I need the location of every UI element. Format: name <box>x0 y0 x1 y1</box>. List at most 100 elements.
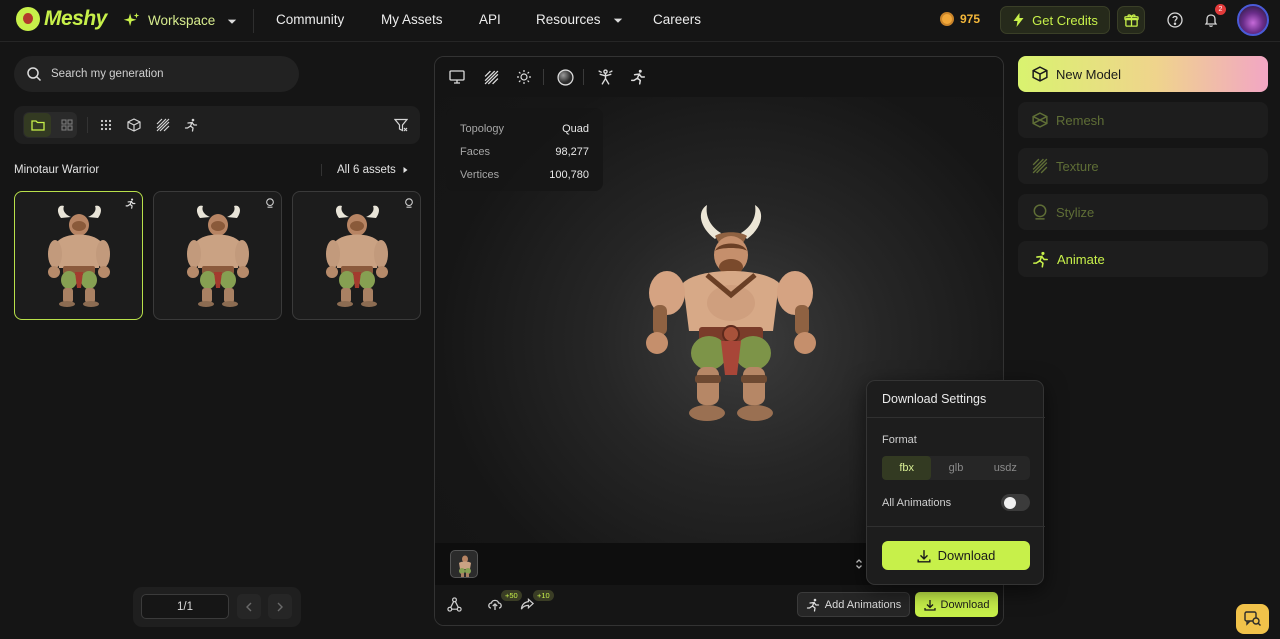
expand-collapse-icon[interactable] <box>855 558 863 570</box>
animation-add-icon <box>806 598 819 612</box>
nav-divider <box>253 9 254 33</box>
folder-view-icon[interactable] <box>28 115 48 135</box>
nav-api[interactable]: API <box>479 12 501 27</box>
nav-resources[interactable]: Resources <box>536 12 625 27</box>
nav-workspace[interactable]: Workspace <box>123 12 239 29</box>
sparkle-icon <box>123 12 140 27</box>
rig-pose-icon[interactable] <box>595 67 615 87</box>
format-option-glb[interactable]: glb <box>931 456 980 480</box>
animation-runner-icon[interactable] <box>628 67 648 87</box>
nav-careers[interactable]: Careers <box>653 12 701 27</box>
stylize-icon <box>1033 204 1047 220</box>
stylize-label: Stylize <box>1056 204 1095 220</box>
lightning-icon <box>1013 13 1024 27</box>
next-page-button[interactable] <box>268 594 292 619</box>
top-navigation: Meshy Workspace Community My Assets API … <box>0 0 1280 42</box>
brand-name: Meshy <box>44 7 107 30</box>
all-assets-link[interactable]: All 6 assets <box>321 164 409 176</box>
cube-icon <box>1032 66 1048 82</box>
meshy-logo[interactable]: Meshy <box>16 7 107 31</box>
nav-workspace-label: Workspace <box>148 13 216 28</box>
animation-runner-icon[interactable] <box>181 115 201 135</box>
format-option-fbx[interactable]: fbx <box>882 456 932 480</box>
nav-resources-label: Resources <box>536 12 601 27</box>
pagination: 1/1 <box>133 587 301 627</box>
credits-balance[interactable]: 975 <box>940 12 980 26</box>
chevron-right-icon <box>277 602 283 611</box>
download-icon <box>917 549 931 563</box>
popover-download-label: Download <box>937 548 996 563</box>
format-option-usdz[interactable]: usdz <box>981 456 1030 480</box>
help-button[interactable] <box>1166 11 1184 29</box>
gift-button[interactable] <box>1117 6 1145 34</box>
add-animations-button[interactable]: Add Animations <box>797 592 910 617</box>
texture-icon[interactable] <box>481 67 501 87</box>
upload-cloud-icon[interactable] <box>487 597 503 611</box>
all-animations-label: All Animations <box>882 497 952 509</box>
format-selector: fbx glb usdz <box>882 456 1030 480</box>
texture-icon <box>1032 158 1048 174</box>
asset-group-title: Minotaur Warrior <box>14 164 100 176</box>
page-indicator[interactable]: 1/1 <box>141 594 229 619</box>
get-credits-label: Get Credits <box>1032 12 1098 28</box>
minotaur-preview-image <box>187 205 249 307</box>
lighting-icon[interactable] <box>514 67 534 87</box>
stylize-button[interactable]: Stylize <box>1018 194 1268 230</box>
toolbar-divider <box>583 69 584 85</box>
prev-page-button[interactable] <box>237 594 261 619</box>
bell-icon <box>1204 14 1218 27</box>
nav-my-assets[interactable]: My Assets <box>381 12 443 27</box>
viewer-bottom-bar: +50 +10 Add Animations Download <box>435 585 1003 625</box>
minotaur-preview-image <box>326 205 388 307</box>
texture-button[interactable]: Texture <box>1018 148 1268 184</box>
toolbar-divider <box>543 69 544 85</box>
asset-thumbnail[interactable] <box>292 191 421 320</box>
download-label: Download <box>940 598 990 611</box>
texture-label: Texture <box>1056 158 1099 174</box>
search-input[interactable] <box>51 68 281 80</box>
animation-clip-thumbnail[interactable] <box>450 550 478 578</box>
all-types-icon[interactable] <box>96 115 116 135</box>
animation-runner-icon <box>125 198 136 209</box>
monitor-icon[interactable] <box>447 67 467 87</box>
credits-value: 975 <box>960 12 981 26</box>
filter-toolbar <box>14 106 420 144</box>
grid-view-icon[interactable] <box>57 115 77 135</box>
texture-icon[interactable] <box>153 115 173 135</box>
minotaur-model[interactable] <box>623 203 823 435</box>
stat-faces: Faces 98,277 <box>460 146 589 158</box>
asset-thumbnail[interactable] <box>153 191 282 320</box>
asset-thumbnail[interactable] <box>14 191 143 320</box>
viewer-toolbar <box>435 57 1003 97</box>
all-animations-toggle[interactable] <box>1001 494 1030 511</box>
remesh-icon <box>1032 112 1048 128</box>
get-credits-button[interactable]: Get Credits <box>1000 6 1110 34</box>
remesh-button[interactable]: Remesh <box>1018 102 1268 138</box>
new-model-button[interactable]: New Model <box>1018 56 1268 92</box>
search-bar[interactable] <box>14 56 299 92</box>
user-avatar[interactable] <box>1237 4 1269 36</box>
gift-icon <box>1123 13 1139 27</box>
nav-community[interactable]: Community <box>276 12 344 27</box>
stat-topology: Topology Quad <box>460 123 589 135</box>
new-model-label: New Model <box>1056 66 1122 82</box>
minotaur-preview-image <box>48 205 110 307</box>
nodes-icon[interactable] <box>447 597 462 612</box>
popover-title: Download Settings <box>882 392 987 406</box>
popover-download-button[interactable]: Download <box>882 541 1030 570</box>
divider <box>867 417 1045 418</box>
stat-vertices: Vertices 100,780 <box>460 169 589 181</box>
divider <box>867 526 1045 527</box>
material-sphere-icon[interactable] <box>555 67 575 87</box>
add-animations-label: Add Animations <box>824 598 902 611</box>
model-cube-icon[interactable] <box>124 115 144 135</box>
caret-down-icon <box>613 18 622 23</box>
all-assets-label: All 6 assets <box>337 164 396 176</box>
support-chat-button[interactable] <box>1236 604 1269 634</box>
download-icon <box>923 599 936 611</box>
animate-button[interactable]: Animate <box>1018 241 1268 277</box>
share-icon[interactable] <box>520 597 535 611</box>
share-bonus-badge: +10 <box>533 590 554 601</box>
filter-icon[interactable] <box>391 115 411 135</box>
download-button[interactable]: Download <box>915 592 998 617</box>
